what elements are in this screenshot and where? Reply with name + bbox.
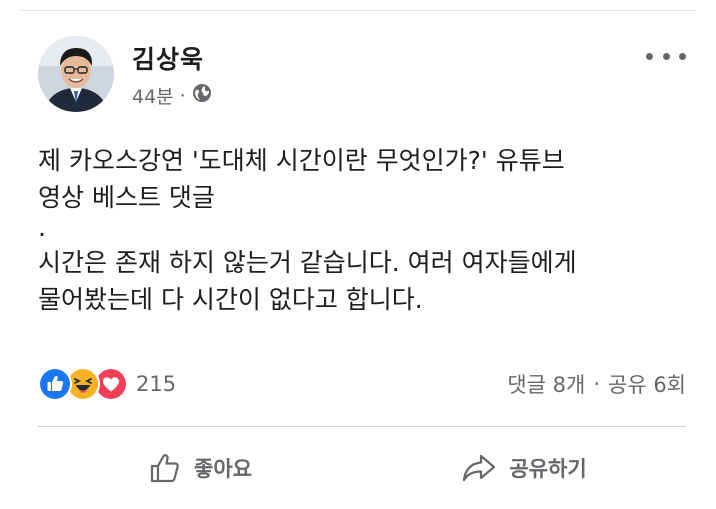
share-count-link[interactable]: 공유 6회 — [608, 369, 686, 399]
share-arrow-icon — [463, 454, 496, 482]
share-button[interactable]: 공유하기 — [362, 440, 686, 496]
reaction-count: 215 — [136, 372, 177, 396]
engagement-counts: 댓글 8개 · 공유 6회 — [507, 366, 686, 402]
like-button-label: 좋아요 — [194, 457, 252, 481]
action-divider — [38, 426, 686, 427]
like-button[interactable]: 좋아요 — [38, 440, 362, 496]
post-header: 김상욱 44분 · — [38, 36, 686, 116]
post-text: 제 카오스강연 '도대체 시간이란 무엇인가?' 유튜브 영상 베스트 댓글 .… — [38, 142, 686, 318]
thumbs-up-icon — [150, 454, 179, 483]
more-horizontal-icon — [646, 52, 653, 60]
globe-icon — [192, 83, 212, 108]
post-line: 물어봤는데 다 시간이 없다고 합니다. — [38, 285, 423, 314]
post-line: 시간은 존재 하지 않는거 같습니다. 여러 여자들에게 — [38, 248, 577, 277]
post-meta: 44분 · — [132, 82, 212, 109]
author-name[interactable]: 김상욱 — [132, 40, 204, 76]
reaction-summary[interactable]: 215 — [38, 366, 176, 402]
comment-count-link[interactable]: 댓글 8개 — [507, 369, 585, 399]
post-actions: 좋아요 공유하기 — [38, 440, 686, 496]
meta-separator: · — [179, 84, 186, 107]
post-stats: 215 댓글 8개 · 공유 6회 — [38, 366, 686, 402]
post-line: . — [38, 213, 46, 242]
share-button-label: 공유하기 — [509, 457, 587, 481]
top-divider — [20, 10, 696, 11]
count-separator: · — [593, 372, 600, 396]
post-line: 제 카오스강연 '도대체 시간이란 무엇인가?' 유튜브 — [38, 146, 565, 175]
like-icon — [38, 367, 72, 401]
post-line: 영상 베스트 댓글 — [38, 183, 215, 212]
post-time[interactable]: 44분 — [132, 82, 174, 109]
more-options-button[interactable] — [646, 44, 686, 68]
avatar[interactable] — [38, 36, 114, 112]
